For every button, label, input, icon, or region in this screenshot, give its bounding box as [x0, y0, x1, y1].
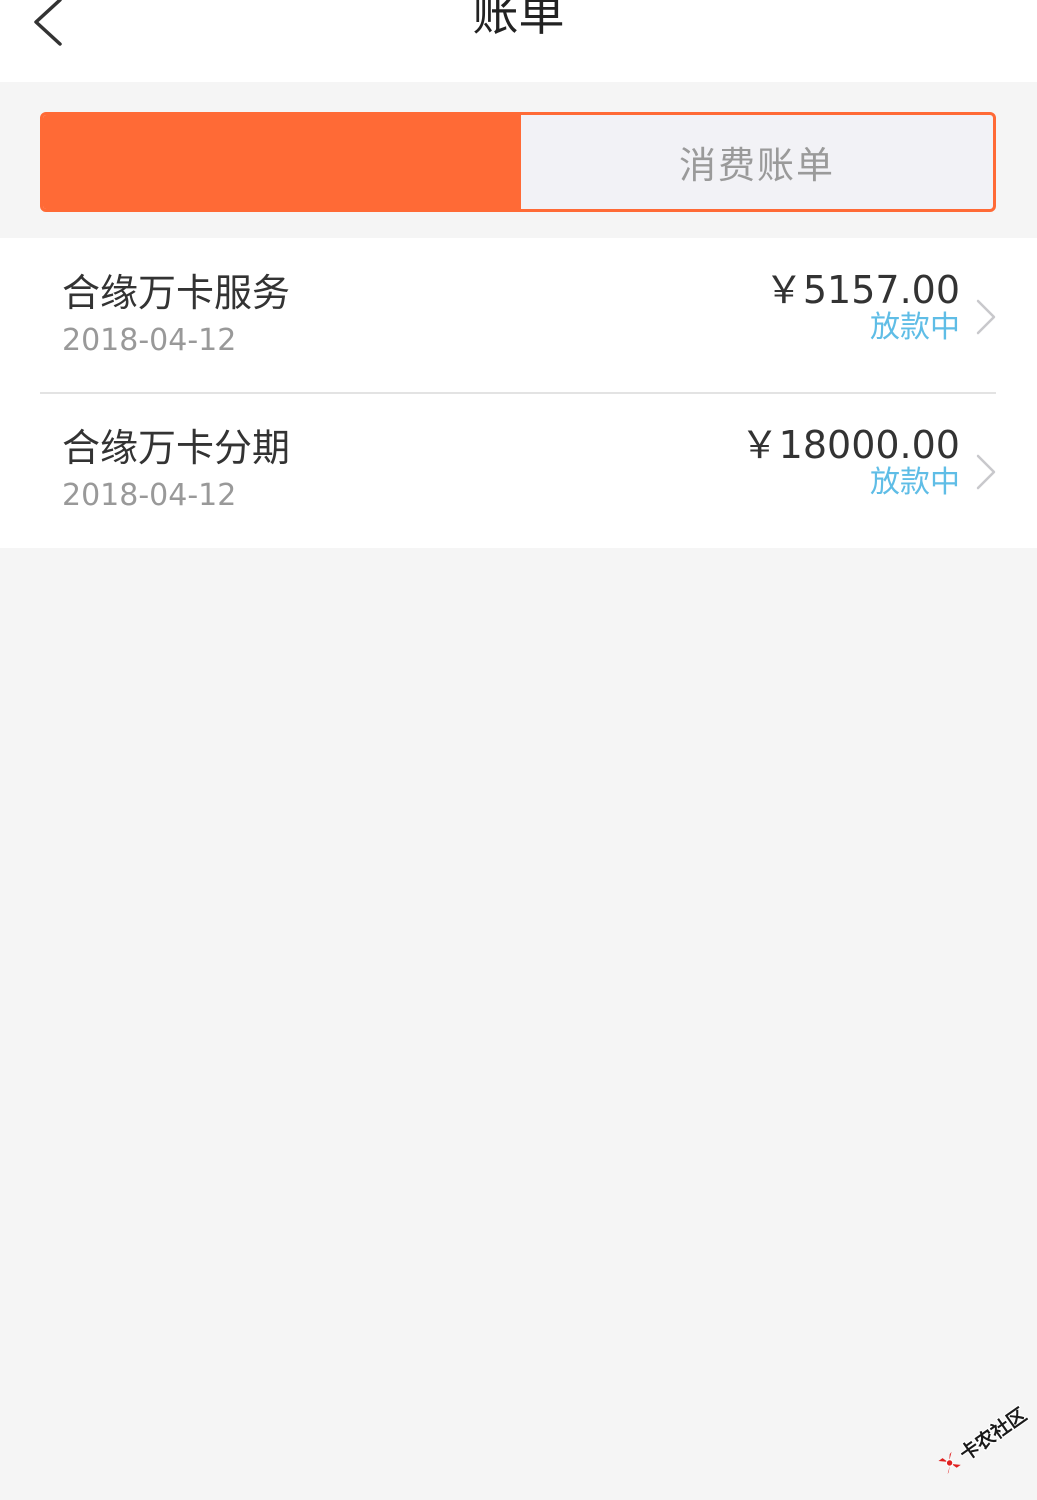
bill-status: 放款中 — [870, 310, 960, 345]
tab-consumption-bills[interactable]: 消费账单 — [521, 115, 993, 209]
watermark-text: 卡农社区 — [955, 1403, 1031, 1466]
bill-amount: ￥5157.00 — [764, 268, 960, 312]
tab-active[interactable] — [43, 115, 521, 209]
bill-amount: ￥18000.00 — [740, 423, 960, 467]
nav-header: 账单 — [0, 0, 1037, 82]
bill-list: 合缘万卡服务 2018-04-12 ￥5157.00 放款中 合缘万卡分期 20… — [0, 238, 1037, 548]
chevron-right-icon — [976, 454, 996, 490]
bill-date: 2018-04-12 — [62, 323, 237, 358]
bill-row[interactable]: 合缘万卡分期 2018-04-12 ￥18000.00 放款中 — [0, 393, 1037, 548]
page-title: 账单 — [472, 0, 565, 41]
chevron-right-icon — [976, 299, 996, 335]
bill-row[interactable]: 合缘万卡服务 2018-04-12 ￥5157.00 放款中 — [0, 238, 1037, 394]
bill-name: 合缘万卡分期 — [62, 426, 291, 470]
watermark: 卡农社区 — [931, 1401, 1031, 1483]
bill-name: 合缘万卡服务 — [62, 271, 291, 315]
bill-status: 放款中 — [870, 465, 960, 500]
bill-date: 2018-04-12 — [62, 478, 237, 513]
bill-type-tabs: 消费账单 — [40, 112, 996, 212]
